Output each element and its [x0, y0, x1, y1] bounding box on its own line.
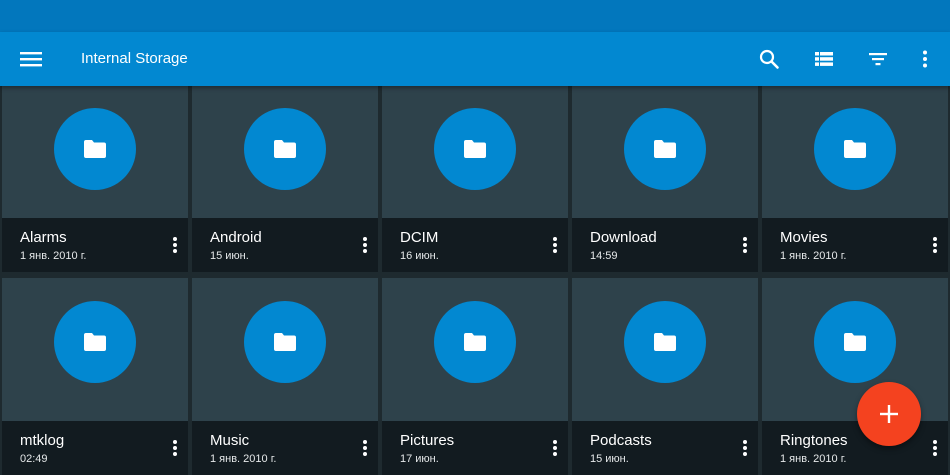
folder-icon	[84, 140, 106, 158]
more-options-icon[interactable]	[738, 232, 752, 258]
folder-icon	[844, 333, 866, 351]
more-options-icon[interactable]	[168, 435, 182, 461]
folder-thumbnail	[624, 108, 706, 190]
folder-date: 14:59	[590, 250, 618, 262]
folder-tile[interactable]: Alarms 1 янв. 2010 г.	[2, 86, 188, 272]
folder-icon	[274, 140, 296, 158]
folder-grid: Alarms 1 янв. 2010 г. Android 15 июн. DC…	[0, 86, 950, 475]
folder-name: DCIM	[400, 229, 439, 246]
status-bar	[0, 0, 950, 32]
folder-name: Movies	[780, 229, 828, 246]
folder-footer: Movies 1 янв. 2010 г.	[762, 218, 948, 272]
folder-footer: mtklog 02:49	[2, 421, 188, 475]
folder-icon	[464, 333, 486, 351]
folder-tile[interactable]: Pictures 17 июн.	[382, 278, 568, 475]
folder-date: 15 июн.	[210, 250, 249, 262]
menu-icon[interactable]	[16, 45, 46, 73]
filter-icon[interactable]	[864, 45, 892, 73]
folder-tile[interactable]: mtklog 02:49	[2, 278, 188, 475]
more-options-icon[interactable]	[548, 232, 562, 258]
folder-date: 1 янв. 2010 г.	[780, 453, 847, 465]
folder-date: 16 июн.	[400, 250, 439, 262]
overflow-menu-icon[interactable]	[911, 45, 939, 73]
folder-icon	[654, 333, 676, 351]
folder-name: Ringtones	[780, 432, 848, 449]
folder-name: Music	[210, 432, 250, 449]
folder-date: 1 янв. 2010 г.	[780, 250, 847, 262]
folder-thumbnail	[434, 301, 516, 383]
folder-thumbnail	[814, 108, 896, 190]
folder-date: 1 янв. 2010 г.	[210, 453, 277, 465]
folder-thumbnail	[624, 301, 706, 383]
more-options-icon[interactable]	[358, 435, 372, 461]
more-options-icon[interactable]	[928, 232, 942, 258]
folder-name: mtklog	[20, 432, 65, 449]
folder-thumbnail	[814, 301, 896, 383]
folder-footer: Music 1 янв. 2010 г.	[192, 421, 378, 475]
folder-name: Download	[590, 229, 657, 246]
folder-thumbnail	[54, 301, 136, 383]
add-icon	[880, 405, 898, 423]
folder-tile[interactable]: Music 1 янв. 2010 г.	[192, 278, 378, 475]
folder-icon	[274, 333, 296, 351]
folder-footer: Alarms 1 янв. 2010 г.	[2, 218, 188, 272]
folder-footer: DCIM 16 июн.	[382, 218, 568, 272]
list-view-icon[interactable]	[810, 45, 838, 73]
more-options-icon[interactable]	[548, 435, 562, 461]
folder-name: Podcasts	[590, 432, 652, 449]
folder-icon	[84, 333, 106, 351]
folder-footer: Download 14:59	[572, 218, 758, 272]
page-title: Internal Storage	[81, 50, 188, 67]
folder-name: Pictures	[400, 432, 455, 449]
folder-tile[interactable]: Android 15 июн.	[192, 86, 378, 272]
folder-thumbnail	[434, 108, 516, 190]
folder-icon	[844, 140, 866, 158]
folder-date: 02:49	[20, 453, 48, 465]
folder-thumbnail	[244, 108, 326, 190]
folder-name: Android	[210, 229, 262, 246]
folder-thumbnail	[244, 301, 326, 383]
folder-thumbnail	[54, 108, 136, 190]
search-icon[interactable]	[755, 45, 783, 73]
folder-name: Alarms	[20, 229, 67, 246]
folder-tile[interactable]: DCIM 16 июн.	[382, 86, 568, 272]
folder-footer: Android 15 июн.	[192, 218, 378, 272]
folder-tile[interactable]: Podcasts 15 июн.	[572, 278, 758, 475]
app-bar: Internal Storage	[0, 32, 950, 86]
add-button[interactable]	[857, 382, 921, 446]
more-options-icon[interactable]	[358, 232, 372, 258]
folder-footer: Podcasts 15 июн.	[572, 421, 758, 475]
folder-tile[interactable]: Download 14:59	[572, 86, 758, 272]
folder-footer: Pictures 17 июн.	[382, 421, 568, 475]
folder-tile[interactable]: Movies 1 янв. 2010 г.	[762, 86, 948, 272]
more-options-icon[interactable]	[928, 435, 942, 461]
folder-date: 15 июн.	[590, 453, 629, 465]
folder-footer: Ringtones 1 янв. 2010 г.	[762, 421, 948, 475]
more-options-icon[interactable]	[738, 435, 752, 461]
folder-date: 1 янв. 2010 г.	[20, 250, 87, 262]
folder-tile[interactable]: Ringtones 1 янв. 2010 г.	[762, 278, 948, 475]
more-options-icon[interactable]	[168, 232, 182, 258]
folder-date: 17 июн.	[400, 453, 439, 465]
folder-icon	[654, 140, 676, 158]
folder-icon	[464, 140, 486, 158]
